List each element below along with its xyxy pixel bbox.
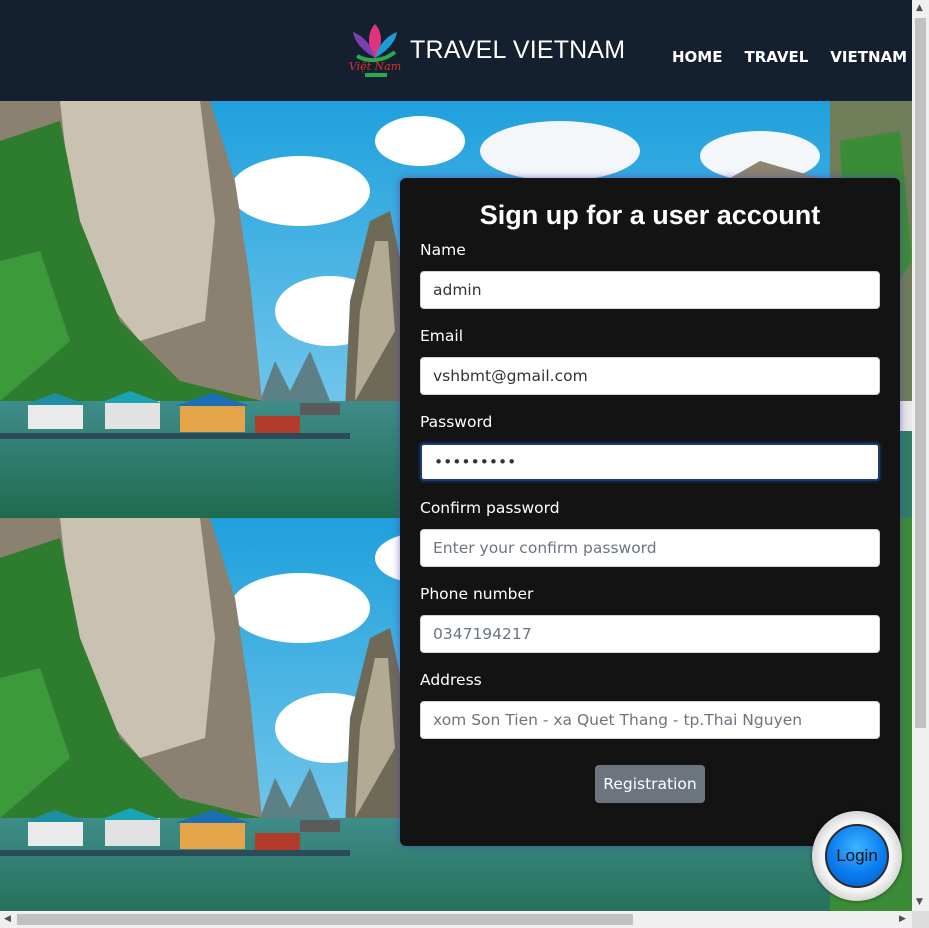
vertical-scroll-thumb[interactable] — [915, 18, 926, 728]
horizontal-scrollbar[interactable]: ◀ ▶ — [0, 911, 912, 928]
email-label: Email — [420, 327, 464, 345]
signup-form-card: Sign up for a user account Name Email Pa… — [400, 178, 900, 846]
nav-travel[interactable]: TRAVEL — [744, 48, 808, 66]
scroll-up-icon[interactable]: ▲ — [916, 4, 923, 13]
vietnam-lotus-logo[interactable]: Việt Nam — [345, 18, 405, 80]
site-header: Việt Nam TRAVEL VIETNAM HOME TRAVEL VIET… — [0, 0, 912, 101]
phone-field[interactable] — [420, 615, 880, 653]
svg-text:Việt Nam: Việt Nam — [349, 60, 401, 73]
confirm-password-label: Confirm password — [420, 499, 560, 517]
scroll-left-icon[interactable]: ◀ — [4, 915, 11, 924]
horizontal-scroll-thumb[interactable] — [17, 914, 633, 925]
registration-button[interactable]: Registration — [595, 765, 705, 803]
name-label: Name — [420, 241, 466, 259]
brand-title[interactable]: TRAVEL VIETNAM — [410, 36, 625, 65]
login-button-ring: Login — [812, 811, 902, 901]
name-field[interactable] — [420, 271, 880, 309]
scroll-right-icon[interactable]: ▶ — [899, 915, 906, 924]
address-label: Address — [420, 671, 482, 689]
nav-vietnam[interactable]: VIETNAM — [830, 48, 907, 66]
password-label: Password — [420, 413, 493, 431]
login-button[interactable]: Login — [825, 824, 889, 888]
password-field[interactable] — [420, 443, 880, 481]
nav-home[interactable]: HOME — [672, 48, 722, 66]
vertical-scrollbar[interactable]: ▲ ▼ — [912, 0, 929, 911]
address-field[interactable] — [420, 701, 880, 739]
email-field[interactable] — [420, 357, 880, 395]
scroll-down-icon[interactable]: ▼ — [916, 898, 923, 907]
confirm-password-field[interactable] — [420, 529, 880, 567]
phone-label: Phone number — [420, 585, 534, 603]
scrollbar-corner — [912, 911, 929, 928]
main-nav: HOME TRAVEL VIETNAM C — [672, 48, 912, 66]
form-title: Sign up for a user account — [479, 200, 821, 230]
